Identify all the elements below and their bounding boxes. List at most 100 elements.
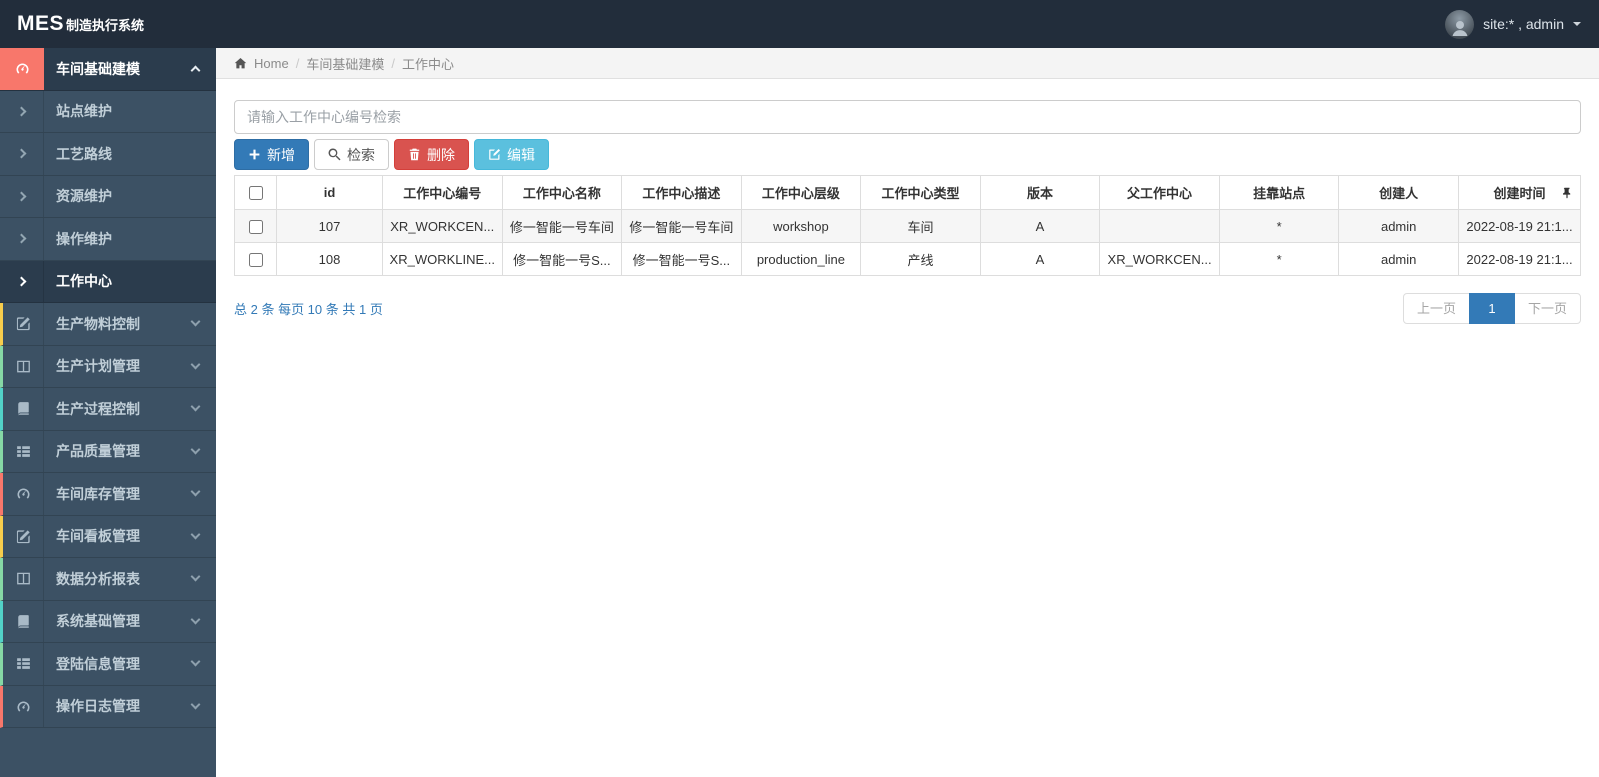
sidebar-item-resource-maintenance[interactable]: 资源维护 [0,175,216,218]
table-footer: 总 2 条 每页 10 条 共 1 页 上一页 1 下一页 [234,293,1581,324]
sidebar-item-label: 工作中心 [56,273,112,290]
sidebar-item-label: 车间库存管理 [56,485,140,502]
column-header-code: 工作中心编号 [382,175,503,210]
brand-secondary: 制造执行系统 [66,18,145,33]
pagination-summary: 总 2 条 每页 10 条 共 1 页 [234,302,383,317]
search-icon [328,148,341,161]
sidebar-item-work-center[interactable]: 工作中心 [0,260,216,303]
sidebar-item-label: 操作日志管理 [56,698,140,715]
sidebar-item-product-quality-management[interactable]: 产品质量管理 [0,430,216,473]
pin-icon[interactable] [1561,187,1573,199]
sidebar-item-label: 车间看板管理 [56,528,140,545]
column-header-type: 工作中心类型 [860,175,981,210]
sidebar-item-workshop-inventory-management[interactable]: 车间库存管理 [0,473,216,516]
row-checkbox[interactable] [248,219,263,234]
breadcrumb-home[interactable]: Home [254,56,289,71]
cell-description: 修一智能一号S... [621,242,742,276]
pencil-icon [3,303,44,345]
next-page-button[interactable]: 下一页 [1513,293,1581,324]
sidebar-item-system-basic-management[interactable]: 系统基础管理 [0,600,216,643]
sidebar-item-workshop-basic-modeling[interactable]: 车间基础建模 [0,48,216,91]
breadcrumb-separator: / [295,55,300,71]
table-row: 107 XR_WORKCEN... 修一智能一号车间 修一智能一号车间 work… [234,209,1581,243]
sidebar-item-station-maintenance[interactable]: 站点维护 [0,90,216,133]
sidebar-item-label: 站点维护 [56,103,112,120]
row-checkbox[interactable] [248,252,263,267]
columns-icon [3,558,44,600]
sidebar-item-operation-log-management[interactable]: 操作日志管理 [0,685,216,728]
sidebar-item-operation-maintenance[interactable]: 操作维护 [0,218,216,261]
column-header-level: 工作中心层级 [740,175,862,210]
delete-button[interactable]: 删除 [394,139,469,170]
breadcrumb-current: 工作中心 [401,56,454,72]
sidebar-item-data-analysis-reports[interactable]: 数据分析报表 [0,558,216,601]
prev-page-button[interactable]: 上一页 [1402,293,1470,324]
cell-parent [1099,209,1220,243]
page-1-button[interactable]: 1 [1468,293,1515,324]
chevron-down-icon [190,359,201,370]
sidebar-item-label: 工艺路线 [56,145,112,162]
book-icon [3,600,44,642]
dashboard-icon [3,685,44,727]
cell-name: 修一智能一号S... [501,242,623,276]
user-menu-label: site:* , admin [1483,16,1564,32]
sidebar-item-production-material-control[interactable]: 生产物料控制 [0,303,216,346]
sidebar-item-label: 登陆信息管理 [56,655,140,672]
column-header-name: 工作中心名称 [501,175,623,210]
sidebar-item-process-route[interactable]: 工艺路线 [0,133,216,176]
edit-button[interactable]: 编辑 [474,139,549,170]
main-layout: 车间基础建模 站点维护 工艺路线 资源维护 操作维护 工作中心 生产物料控制 生… [0,48,1599,777]
column-header-description: 工作中心描述 [621,175,742,210]
work-center-table: id 工作中心编号 工作中心名称 工作中心描述 工作中心层级 工作中心类型 版本… [234,175,1581,276]
delete-button-label: 删除 [427,146,455,163]
cell-code: XR_WORKLINE... [382,242,503,276]
breadcrumb-separator: / [391,55,395,71]
row-select-cell [234,209,277,243]
sidebar-item-production-process-control[interactable]: 生产过程控制 [0,388,216,431]
search-button[interactable]: 检索 [314,139,389,170]
top-navbar: MES 制造执行系统 site:* , admin [0,0,1599,48]
cell-code: XR_WORKCEN... [382,209,503,243]
column-header-version: 版本 [979,175,1101,210]
chevron-down-icon [190,614,201,625]
chevron-down-icon [190,699,201,710]
sidebar-item-label: 操作维护 [56,230,112,247]
chevron-down-icon [190,316,201,327]
cell-station: * [1218,242,1340,276]
avatar [1445,9,1475,39]
toolbar: 新增 检索 删除 编辑 [234,139,1581,170]
chevron-up-icon [190,65,201,76]
sidebar-item-label: 数据分析报表 [56,570,140,587]
list-icon [3,430,44,472]
sidebar-item-label: 产品质量管理 [56,443,140,460]
chevron-right-icon [0,90,44,132]
chevron-right-icon [0,133,44,175]
chevron-down-icon [190,444,201,455]
trash-icon [408,148,421,161]
app-logo: MES 制造执行系统 [17,12,144,36]
column-header-created-time: 创建时间 [1458,175,1581,210]
list-icon [3,643,44,685]
chevron-down-icon [190,486,201,497]
search-input[interactable] [234,100,1581,134]
column-header-parent: 父工作中心 [1099,175,1220,210]
row-select-cell [234,242,277,276]
cell-level: production_line [740,242,862,276]
cell-created-time: 2022-08-19 21:1... [1458,209,1581,243]
user-menu[interactable]: site:* , admin [1445,9,1581,39]
sidebar-item-label: 生产物料控制 [56,315,140,332]
add-button[interactable]: 新增 [234,139,309,170]
sidebar-item-login-info-management[interactable]: 登陆信息管理 [0,643,216,686]
chevron-down-icon [190,571,201,582]
dashboard-icon [3,473,44,515]
cell-type: 产线 [860,242,981,276]
chevron-right-icon [0,218,44,260]
book-icon [3,388,44,430]
sidebar-item-workshop-kanban-management[interactable]: 车间看板管理 [0,515,216,558]
cell-id: 107 [276,209,383,243]
brand-primary: MES [17,12,65,35]
select-all-checkbox[interactable] [248,186,263,201]
breadcrumb-module[interactable]: 车间基础建模 [306,54,384,73]
chevron-down-icon [190,656,201,667]
sidebar-item-production-plan-management[interactable]: 生产计划管理 [0,345,216,388]
